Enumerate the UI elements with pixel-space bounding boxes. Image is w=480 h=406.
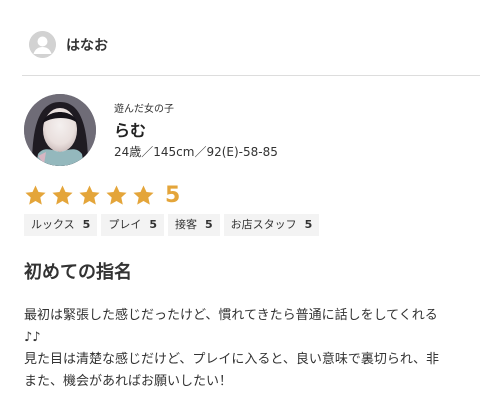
subscore-chip: 接客 5 [167,214,220,236]
review-line: 最初は緊張した感じだったけど、慣れてきたら普通に話しをしてくれる [24,308,438,323]
divider [22,75,480,76]
star-icon [106,185,127,205]
stars-group [24,184,159,207]
subscore-value: 5 [204,218,213,231]
subscore-value: 5 [149,218,157,231]
subscore-chip: プレイ 5 [101,214,164,236]
subscore-chip: ルックス 5 [24,214,98,236]
girl-stats: 24歳／145cm／92(E)-58-85 [114,145,278,159]
rating-score: 5 [165,183,181,208]
review-title: 初めての指名 [24,262,132,283]
star-icon [52,185,73,205]
reviewer-row[interactable]: はなお [29,31,108,58]
star-icon [25,185,46,205]
review-line: ♪♪ [24,330,41,345]
subscore-label: お店スタッフ [230,218,297,231]
girl-photo[interactable] [24,94,96,166]
subscore-label: プレイ [108,218,142,231]
user-avatar-icon [29,31,56,58]
review-line: 見た目は清楚な感じだけど、プレイに入ると、良い意味で裏切られ、非 [24,352,439,367]
reviewer-name[interactable]: はなお [66,35,108,55]
star-icon [133,185,154,205]
subscore-chip: お店スタッフ 5 [223,214,320,236]
subscore-value: 5 [304,218,313,231]
star-rating: 5 [24,184,180,207]
subscores: ルックス 5 プレイ 5 接客 5 お店スタッフ 5 [24,214,320,236]
subscore-label: ルックス [31,218,75,231]
review-card: はなお 遊んだ女の子 らむ 24歳／145cm／92(E)-58-85 5 ルッ… [0,0,480,406]
star-icon [79,185,100,205]
review-body: 最初は緊張した感じだったけど、慣れてきたら普通に話しをしてくれる ♪♪ 見た目は清楚… [24,305,480,393]
girl-label: 遊んだ女の子 [114,104,174,115]
review-line: また、機会があればお願いしたい！ [24,374,233,389]
girl-name[interactable]: らむ [114,117,146,141]
subscore-label: 接客 [174,218,197,231]
subscore-value: 5 [82,218,91,231]
